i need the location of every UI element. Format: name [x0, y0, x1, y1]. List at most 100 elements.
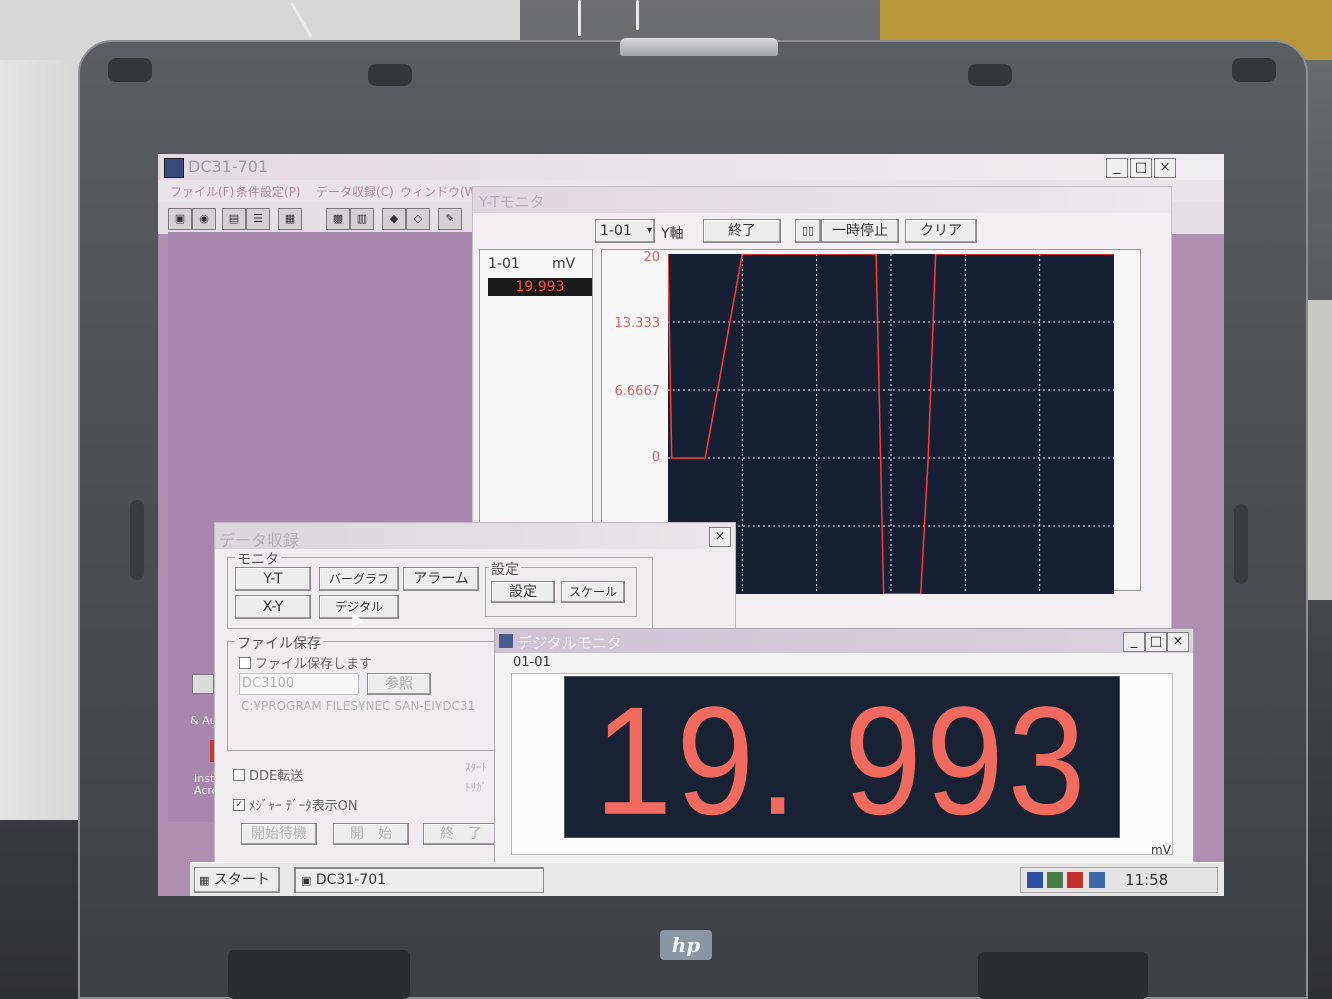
chevron-down-icon: ▾ — [646, 225, 652, 236]
clear-button[interactable]: クリア — [905, 219, 977, 243]
network-icon[interactable] — [1027, 872, 1043, 888]
y-tick-label: 6.6667 — [614, 384, 661, 399]
channel-readout: 1-01 mV 19.993 — [479, 249, 593, 551]
settings-icon[interactable]: ▤ — [222, 208, 246, 230]
list-icon[interactable]: ☰ — [246, 208, 270, 230]
y-axis-label: Y軸 — [661, 226, 684, 242]
dm-maximize-button[interactable]: □ — [1145, 632, 1167, 652]
app-task-icon: ▣ — [301, 874, 312, 887]
stop-button[interactable]: 終 了 — [423, 823, 499, 845]
record-icon[interactable]: ◉ — [192, 208, 216, 230]
windows-icon: ▦ — [199, 874, 210, 887]
y-tick-label: 20 — [643, 250, 660, 265]
clock: 11:58 — [1125, 871, 1169, 889]
bargraph-button[interactable]: バーグラフ — [319, 567, 399, 591]
start-button[interactable]: 開 始 — [333, 823, 409, 845]
channel-name: 1-01 — [488, 256, 520, 272]
monitor-group-label: モニタ — [235, 549, 281, 569]
dm-title: デジタルモニタ — [517, 634, 622, 652]
file-save-group-label: ファイル保存 — [235, 633, 323, 653]
cable — [578, 0, 581, 36]
app-title-bar: DC31-701 _ □ × — [158, 154, 1224, 180]
daq-close-button[interactable]: × — [709, 527, 731, 547]
bezel-bumper — [108, 58, 152, 82]
channel-select-value: 1-01 — [600, 223, 632, 239]
screen: DC31-701 _ □ × ファイル(F) 条件設定(P) データ収録(C) … — [158, 154, 1224, 896]
file-name-value: DC3100 — [242, 676, 295, 691]
measure-label: ﾒｼﾞｬｰ ﾃﾞｰﾀ表示ON — [249, 799, 358, 814]
menu-window[interactable]: ウィンドウ(W) — [400, 183, 481, 200]
end-button[interactable]: 終了 — [703, 219, 781, 243]
daq-title: データ収録 — [219, 531, 300, 550]
dm-title-bar: デジタルモニタ _ □ × — [495, 629, 1193, 653]
channel-select[interactable]: 1-01 ▾ — [595, 219, 655, 243]
start-menu-button[interactable]: ▦ スタート — [194, 867, 280, 893]
start-trigger-label: ｽﾀｰﾄ — [465, 761, 487, 774]
maximize-button[interactable]: □ — [1130, 158, 1152, 178]
settings-button[interactable]: 設定 — [491, 581, 555, 603]
y-tick-label: 13.333 — [614, 316, 661, 331]
grid-icon[interactable]: ▩ — [326, 208, 350, 230]
y-tick-label: 0 — [651, 450, 660, 465]
pen-tray-icon[interactable] — [1067, 872, 1083, 888]
digital-display: 19. 993 — [564, 676, 1120, 838]
start-label: スタート — [213, 872, 270, 888]
cable — [636, 0, 639, 30]
xy-button[interactable]: X-Y — [235, 595, 311, 619]
yt-title: Y-Tモニタ — [479, 193, 545, 211]
dm-minimize-button[interactable]: _ — [1123, 632, 1145, 652]
pause-button[interactable]: 一時停止 — [821, 219, 899, 243]
bezel-slot — [1234, 504, 1248, 584]
hp-logo: hp — [660, 930, 712, 960]
file-save-checkbox[interactable] — [239, 657, 251, 669]
menu-file[interactable]: ファイル(F) — [170, 183, 234, 200]
digital-monitor-icon — [499, 634, 513, 648]
pen-icon[interactable]: ✎ — [438, 208, 462, 230]
task-label: DC31-701 — [315, 872, 387, 888]
alarm-button[interactable]: アラーム — [403, 567, 479, 591]
pause-icon[interactable]: ▯▯ — [795, 219, 821, 243]
system-tray: 11:58 — [1020, 867, 1218, 893]
save-icon[interactable]: ▣ — [168, 208, 192, 230]
close-button[interactable]: × — [1154, 158, 1176, 178]
file-save-label: ファイル保存します — [255, 657, 373, 672]
dm-close-button[interactable]: × — [1167, 632, 1189, 652]
dm-panel: 19. 993 — [511, 673, 1173, 855]
scale-button[interactable]: スケール — [561, 581, 625, 603]
zoom-icon[interactable]: ▦ — [278, 208, 302, 230]
taskbar-task-button[interactable]: ▣ DC31-701 — [294, 867, 544, 893]
monitor-icon[interactable] — [1047, 872, 1063, 888]
bezel-slot — [130, 500, 144, 580]
bezel-bumper — [968, 64, 1012, 86]
lid-latch — [620, 38, 778, 56]
settings-group-label: 設定 — [489, 559, 521, 579]
channel-value: 19.993 — [488, 278, 592, 296]
dde-checkbox[interactable] — [233, 769, 245, 781]
minimized-window-icon[interactable] — [192, 674, 214, 694]
dm-unit: mV — [1151, 843, 1171, 857]
digital-value: 19. 993 — [594, 674, 1090, 847]
standby-button[interactable]: 開始待機 — [241, 823, 317, 845]
channel-unit: mV — [552, 256, 576, 272]
tag-icon[interactable]: ◆ — [382, 208, 406, 230]
yt-title-bar: Y-Tモニタ — [473, 187, 1171, 213]
drive-icon[interactable] — [1089, 872, 1105, 888]
menu-conditions[interactable]: 条件設定(P) — [236, 183, 301, 200]
hinge-left — [228, 950, 410, 999]
browse-button[interactable]: 参照 — [367, 673, 431, 695]
eraser-icon[interactable]: ◇ — [406, 208, 430, 230]
trigger-label: ﾄﾘｶﾞ — [465, 781, 487, 794]
channel-select-icon[interactable]: ▥ — [350, 208, 374, 230]
file-path: C:¥PROGRAM FILES¥NEC SAN-EI¥DC31 — [241, 699, 476, 713]
minimize-button[interactable]: _ — [1106, 158, 1128, 178]
file-name-input[interactable]: DC3100 — [239, 673, 359, 695]
bezel-bumper — [368, 64, 412, 86]
bezel-bumper — [1232, 58, 1276, 82]
measure-checkbox[interactable]: ✓ — [233, 799, 245, 811]
yt-button[interactable]: Y-T — [235, 567, 311, 591]
app-title: DC31-701 — [188, 157, 269, 176]
app-icon — [164, 158, 184, 178]
taskbar: ▦ スタート ▣ DC31-701 11:58 — [190, 862, 1224, 896]
daq-title-bar: データ収録 × — [215, 523, 735, 550]
menu-data-acquisition[interactable]: データ収録(C) — [316, 183, 394, 200]
